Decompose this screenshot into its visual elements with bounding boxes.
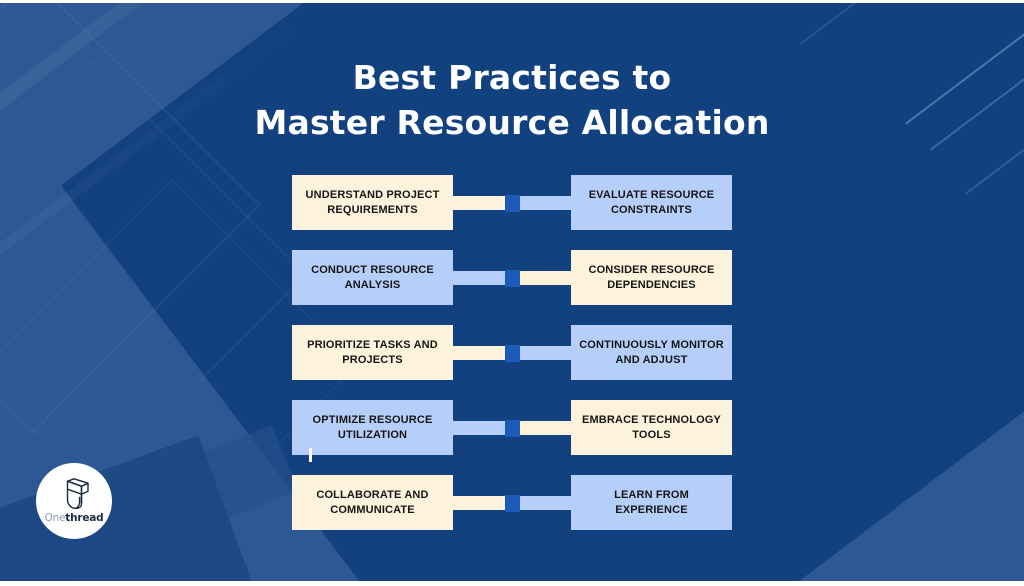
connector-bar-right	[518, 421, 571, 435]
practice-box-right[interactable]: CONTINUOUSLY MONITOR AND ADJUST	[571, 325, 732, 380]
connector-bar-right	[518, 271, 571, 285]
connector	[453, 270, 571, 287]
practice-box-left[interactable]: PRIORITIZE TASKS AND PROJECTS	[292, 325, 453, 380]
practice-box-left[interactable]: COLLABORATE AND COMMUNICATE	[292, 475, 453, 530]
practice-box-right[interactable]: EVALUATE RESOURCE CONSTRAINTS	[571, 175, 732, 230]
page-title: Best Practices to Master Resource Alloca…	[0, 55, 1024, 145]
connector-node	[505, 345, 520, 362]
practice-row: COLLABORATE AND COMMUNICATE LEARN FROM EX…	[292, 475, 732, 530]
practice-row: UNDERSTAND PROJECT REQUIREMENTS EVALUATE …	[292, 175, 732, 230]
connector-node	[505, 195, 520, 212]
practice-box-left[interactable]: CONDUCT RESOURCE ANALYSIS	[292, 250, 453, 305]
practice-row: PRIORITIZE TASKS AND PROJECTS CONTINUOUSL…	[292, 325, 732, 380]
isometric-block-icon	[66, 478, 89, 510]
connector-bar-left	[453, 271, 506, 285]
connector-node	[505, 495, 520, 512]
connector-bar-right	[518, 346, 571, 360]
connector	[453, 495, 571, 512]
background-hairline-4	[800, 3, 1024, 45]
practice-rows: UNDERSTAND PROJECT REQUIREMENTS EVALUATE …	[292, 175, 732, 530]
practice-box-right[interactable]: CONSIDER RESOURCE DEPENDENCIES	[571, 250, 732, 305]
practice-box-right[interactable]: EMBRACE TECHNOLOGY TOOLS	[571, 400, 732, 455]
logo-wordmark: Onethread	[45, 512, 104, 524]
practice-box-left[interactable]: UNDERSTAND PROJECT REQUIREMENTS	[292, 175, 453, 230]
connector	[453, 345, 571, 362]
connector-bar-right	[518, 196, 571, 210]
onethread-logo[interactable]: Onethread	[36, 463, 112, 539]
title-line-1: Best Practices to	[352, 58, 672, 97]
connector	[453, 195, 571, 212]
connector	[453, 420, 571, 437]
practice-row: CONDUCT RESOURCE ANALYSIS CONSIDER RESOUR…	[292, 250, 732, 305]
connector-bar-left	[453, 496, 506, 510]
logo-name-part1: One	[44, 512, 66, 524]
connector-bar-left	[453, 196, 506, 210]
connector-node	[505, 420, 520, 437]
cursor-tick-mark	[309, 448, 312, 462]
practice-box-right[interactable]: LEARN FROM EXPERIENCE	[571, 475, 732, 530]
connector-bar-left	[453, 421, 506, 435]
practice-row: OPTIMIZE RESOURCE UTILIZATION EMBRACE TEC…	[292, 400, 732, 462]
practice-box-left[interactable]: OPTIMIZE RESOURCE UTILIZATION	[292, 400, 453, 455]
connector-node	[505, 270, 520, 287]
connector-bar-left	[453, 346, 506, 360]
logo-name-part2: thread	[65, 512, 104, 524]
connector-bar-right	[518, 496, 571, 510]
infographic-canvas: Best Practices to Master Resource Alloca…	[0, 0, 1024, 586]
title-line-2: Master Resource Allocation	[254, 103, 770, 142]
